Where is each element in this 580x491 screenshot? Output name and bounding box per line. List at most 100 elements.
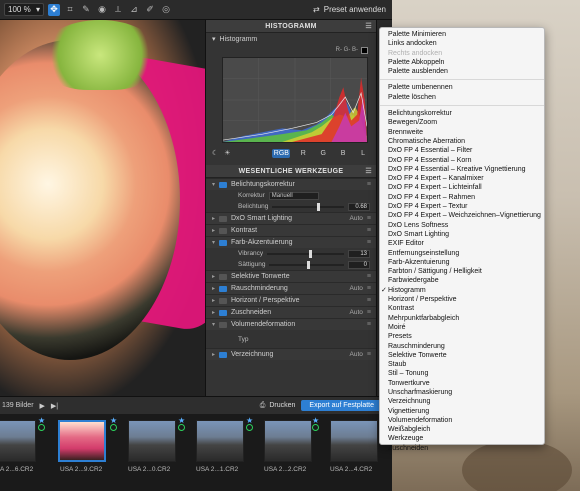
auto-label[interactable]: Auto [350, 285, 363, 292]
menu-item[interactable]: Brennweite [380, 128, 544, 137]
thumbnail-selected[interactable] [58, 420, 106, 462]
menu-icon[interactable]: ≡ [367, 239, 371, 246]
menu-item[interactable]: Farbton / Sättigung / Helligkeit [380, 267, 544, 276]
menu-item[interactable]: ✓ Histogramm [380, 286, 544, 295]
tool-row-smart-lighting[interactable]: ▸ DxO Smart Lighting Auto ≡ [206, 212, 376, 224]
menu-item[interactable]: Moiré [380, 323, 544, 332]
menu-item[interactable]: EXIF Editor [380, 239, 544, 248]
saettigung-value[interactable]: 0 [348, 260, 370, 269]
channel-r[interactable]: R [296, 150, 310, 157]
korrektur-select[interactable]: Manuell [268, 191, 319, 200]
picker-icon[interactable]: ✎ [80, 4, 92, 16]
tool-toggle[interactable] [219, 297, 227, 304]
thumbnail[interactable] [330, 420, 378, 462]
tool-row-rauschminderung[interactable]: ▸ Rauschminderung Auto ≡ [206, 282, 376, 294]
tool-row-belichtung[interactable]: ▾ Belichtungskorrektur ≡ [206, 178, 376, 190]
slider-knob[interactable] [306, 260, 310, 269]
vibrancy-value[interactable]: 13 [348, 249, 370, 258]
zoom-select[interactable]: 100 % ▾ [4, 3, 44, 16]
menu-icon[interactable]: ≡ [367, 309, 371, 316]
menu-icon[interactable]: ≡ [367, 321, 371, 328]
vibrancy-slider[interactable] [267, 249, 344, 258]
tool-toggle[interactable] [219, 273, 227, 280]
tool-toggle[interactable] [219, 181, 227, 188]
tool-row-farb-akzentuierung[interactable]: ▾ Farb-Akzentuierung ≡ [206, 236, 376, 248]
brush-icon[interactable]: ✐ [144, 4, 156, 16]
menu-item[interactable]: Chromatische Aberration [380, 137, 544, 146]
play-icon[interactable]: ▶ [40, 402, 45, 410]
menu-icon[interactable]: ≡ [367, 351, 371, 358]
menu-item[interactable]: Links andocken [380, 39, 544, 48]
next-icon[interactable]: ▶| [51, 402, 58, 410]
tool-toggle[interactable] [219, 351, 227, 358]
menu-item[interactable]: Presets [380, 332, 544, 341]
menu-icon[interactable]: ≡ [367, 181, 371, 188]
menu-item[interactable]: DxO FP 4 Essential – Korn [380, 156, 544, 165]
menu-item[interactable]: Tonwertkurve [380, 379, 544, 388]
menu-item[interactable]: DxO FP 4 Essential – Kreative Vignettier… [380, 165, 544, 174]
menu-item[interactable]: Palette Minimieren [380, 30, 544, 39]
repair-icon[interactable]: ◎ [160, 4, 172, 16]
menu-item[interactable]: Volumendeformation [380, 416, 544, 425]
tools-palette-header[interactable]: WESENTLICHE WERKZEUGE ☰ [206, 165, 376, 178]
menu-item[interactable]: Werkzeuge [380, 434, 544, 443]
histogram-subhead[interactable]: ▾ Histogramm [206, 33, 376, 45]
menu-item[interactable]: DxO FP 4 Essential – Filter [380, 146, 544, 155]
tool-toggle[interactable] [219, 215, 227, 222]
straighten-icon[interactable]: ⟂ [112, 4, 124, 16]
menu-icon[interactable]: ☰ [365, 167, 372, 175]
slider-knob[interactable] [309, 249, 313, 258]
menu-item[interactable]: Farbwiedergabe [380, 276, 544, 285]
menu-item[interactable]: Kontrast [380, 304, 544, 313]
auto-label[interactable]: Auto [350, 215, 363, 222]
menu-item[interactable]: Farb-Akzentuierung [380, 258, 544, 267]
belichtung-slider[interactable] [272, 202, 344, 211]
menu-item[interactable]: Unscharfmaskierung [380, 388, 544, 397]
histogram-palette-header[interactable]: HISTOGRAMM ☰ [206, 20, 376, 33]
menu-item[interactable]: DxO FP 4 Expert – Weichzeichnen–Vignetti… [380, 211, 544, 220]
auto-label[interactable]: Auto [350, 351, 363, 358]
menu-item[interactable]: Entfernungseinstellung [380, 249, 544, 258]
menu-item[interactable]: Palette löschen [380, 93, 544, 102]
menu-item[interactable]: Rauschminderung [380, 342, 544, 351]
menu-item[interactable]: Verzeichnung [380, 397, 544, 406]
menu-item[interactable]: Vignettierung [380, 407, 544, 416]
export-to-disk-button[interactable]: Export auf Festplatte [301, 400, 382, 411]
menu-item[interactable]: Selektive Tonwerte [380, 351, 544, 360]
tool-row-selektive-tonwerte[interactable]: ▸ Selektive Tonwerte ≡ [206, 270, 376, 282]
menu-item[interactable]: DxO FP 4 Expert – Lichteinfall [380, 183, 544, 192]
tool-row-kontrast[interactable]: ▸ Kontrast ≡ [206, 224, 376, 236]
menu-item[interactable]: Weißabgleich [380, 425, 544, 434]
tool-row-zuschneiden[interactable]: ▸ Zuschneiden Auto ≡ [206, 306, 376, 318]
menu-item[interactable]: Horizont / Perspektive [380, 295, 544, 304]
crop-icon[interactable]: ⌗ [64, 4, 76, 16]
thumbnail[interactable] [128, 420, 176, 462]
channel-l[interactable]: L [356, 150, 370, 157]
menu-item[interactable]: DxO FP 4 Expert – Kanalmixer [380, 174, 544, 183]
menu-item[interactable]: Palette umbenennen [380, 83, 544, 92]
menu-icon[interactable]: ☰ [365, 22, 372, 30]
menu-item[interactable]: Palette ausblenden [380, 67, 544, 76]
menu-icon[interactable]: ≡ [367, 285, 371, 292]
menu-item[interactable]: DxO FP 4 Expert – Rahmen [380, 193, 544, 202]
shadow-clipping-icon[interactable]: ☾ [212, 149, 218, 157]
tool-row-volumendeformation[interactable]: ▾ Volumendeformation ≡ [206, 318, 376, 330]
tool-row-horizont[interactable]: ▸ Horizont / Perspektive ≡ [206, 294, 376, 306]
menu-item[interactable]: Zuschneiden [380, 444, 544, 453]
menu-icon[interactable]: ≡ [367, 273, 371, 280]
menu-item[interactable]: Mehrpunktfarbabgleich [380, 314, 544, 323]
menu-item[interactable]: Belichtungskorrektur [380, 109, 544, 118]
thumbnail[interactable] [196, 420, 244, 462]
channel-b[interactable]: B [336, 150, 350, 157]
menu-icon[interactable]: ≡ [367, 297, 371, 304]
belichtung-value[interactable]: 0.68 [348, 202, 370, 211]
channel-g[interactable]: G [316, 150, 330, 157]
menu-icon[interactable]: ≡ [367, 227, 371, 234]
menu-item[interactable]: Palette Abkoppeln [380, 58, 544, 67]
red-eye-icon[interactable]: ◉ [96, 4, 108, 16]
slider-knob[interactable] [316, 202, 320, 211]
menu-item[interactable]: DxO Smart Lighting [380, 230, 544, 239]
menu-item[interactable]: DxO Lens Softness [380, 221, 544, 230]
move-tool-icon[interactable]: ✥ [48, 3, 60, 16]
photo-viewer[interactable] [0, 20, 205, 396]
